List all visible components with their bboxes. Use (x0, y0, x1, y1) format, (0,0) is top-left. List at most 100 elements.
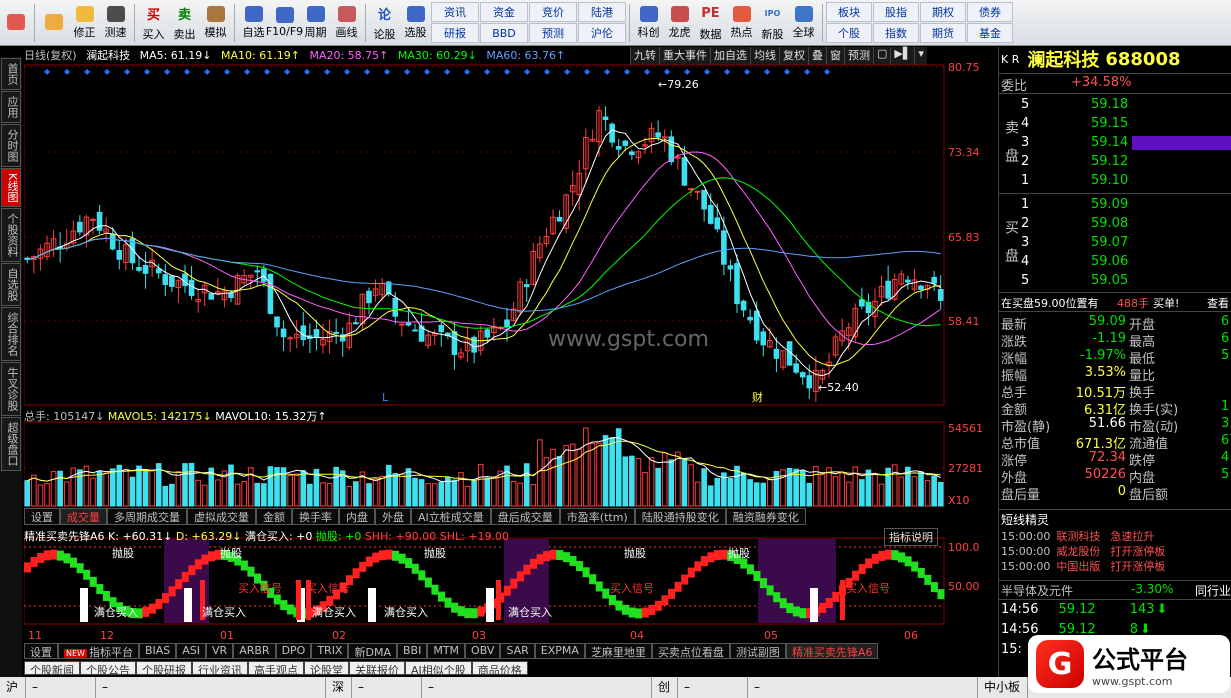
indicator-tab-9[interactable]: BBI (396, 643, 428, 659)
toolbar-button-up-down[interactable]: 修正 (69, 1, 100, 45)
bid-row[interactable]: 5 59.05 (999, 272, 1231, 290)
market-grid-item[interactable]: 期权 (920, 2, 966, 22)
indicator-tab-7[interactable]: TRIX (311, 643, 349, 659)
info-grid-item[interactable]: 竞价 (529, 2, 577, 22)
volume-tab-3[interactable]: 虚拟成交量 (187, 508, 256, 525)
info-grid-item[interactable]: 陆港 (578, 2, 626, 22)
toolbar-button-dragon[interactable]: 龙虎 (664, 1, 695, 45)
kline-chart[interactable]: 80.75 73.34 65.83 58.41 ←79.26 ←52.40 L 财 ◆ ◆ ◆ ◆ ◆ ◆… (24, 60, 998, 656)
left-tab-2[interactable]: 分时图 (1, 124, 21, 167)
indicator-tab-13[interactable]: EXPMA (534, 643, 585, 659)
news-row[interactable]: 15:00:00 中国出版 打开涨停板 (999, 559, 1231, 574)
left-tab-6[interactable]: 综合排名 (1, 307, 21, 362)
left-tab-8[interactable]: 超级盘口 (1, 417, 21, 472)
info-grid-item[interactable]: BBD (480, 23, 528, 43)
toolbar-button-ipo[interactable]: IPO 新股 (757, 1, 788, 45)
toolbar-button-hot[interactable]: 热点 (726, 1, 757, 45)
left-tab-1[interactable]: 应用 (1, 91, 21, 123)
indicator-tab-8[interactable]: 新DMA (348, 643, 397, 659)
ask-row[interactable]: 2 59.12 (999, 153, 1231, 171)
info-tab-0[interactable]: 个股新闻 (24, 661, 80, 677)
indicator-tab-17[interactable]: 精准买卖先锋A6 (785, 643, 879, 659)
volume-tab-12[interactable]: 融资融券变化 (725, 508, 806, 525)
bid-row[interactable]: 3 59.07 (999, 234, 1231, 252)
toolbar-button-select-stock[interactable]: 选股 (400, 1, 431, 45)
indicator-tab-2[interactable]: BIAS (138, 643, 177, 659)
market-grid-item[interactable]: 指数 (873, 23, 919, 43)
info-tab-7[interactable]: AI相似个股 (405, 661, 472, 677)
market-grid-item[interactable]: 股指 (873, 2, 919, 22)
bid-row[interactable]: 4 59.06 (999, 253, 1231, 271)
info-tab-3[interactable]: 行业资讯 (192, 661, 248, 677)
toolbar-button-clock[interactable]: 测速 (100, 1, 131, 45)
news-row[interactable]: 15:00:00 威龙股份 打开涨停板 (999, 544, 1231, 559)
info-tab-2[interactable]: 个股研报 (136, 661, 192, 677)
ask-row[interactable]: 1 59.10 (999, 172, 1231, 190)
indicator-tab-10[interactable]: MTM (427, 643, 466, 659)
info-grid-item[interactable]: 沪伦 (578, 23, 626, 43)
indicator-explain-button[interactable]: 指标说明 (884, 528, 938, 546)
toolbar-button-back-arrow[interactable] (38, 1, 69, 45)
left-tab-3[interactable]: K线图 (1, 168, 21, 208)
indicator-tab-4[interactable]: VR (206, 643, 234, 659)
volume-tab-0[interactable]: 设置 (24, 508, 60, 525)
left-tab-4[interactable]: 个股资料 (1, 208, 21, 263)
ask-row[interactable]: 3 59.14 (999, 134, 1231, 152)
volume-tab-10[interactable]: 市盈率(ttm) (559, 508, 635, 525)
market-grid-item[interactable]: 期货 (920, 23, 966, 43)
market-grid-item[interactable]: 个股 (826, 23, 872, 43)
news-row[interactable]: 15:00:00 联测科技 急速拉升 (999, 529, 1231, 544)
toolbar-button-sell[interactable]: 卖卖出 (169, 1, 200, 45)
indicator-tab-11[interactable]: OBV (465, 643, 501, 659)
volume-tab-9[interactable]: 盘后成交量 (490, 508, 560, 525)
info-tab-5[interactable]: 论股堂 (304, 661, 349, 677)
volume-tab-1[interactable]: 成交量 (60, 508, 107, 525)
indicator-tab-14[interactable]: 芝麻里地里 (584, 643, 652, 659)
toolbar-button-chart[interactable]: 科创 (633, 1, 664, 45)
news-title[interactable]: 短线精灵 (999, 510, 1231, 529)
indicator-tab-16[interactable]: 测试副图 (729, 643, 786, 659)
volume-tab-8[interactable]: AI立桩成交量 (411, 508, 491, 525)
info-grid-item[interactable]: 资金 (480, 2, 528, 22)
toolbar-button-f10[interactable]: F10/F9 (266, 1, 303, 45)
left-tab-7[interactable]: 牛叉诊股 (1, 362, 21, 417)
ask-row[interactable]: 5 59.18 (999, 96, 1231, 114)
info-grid-item[interactable]: 资讯 (431, 2, 479, 22)
toolbar-button-hammer[interactable]: 模拟 (200, 1, 231, 45)
volume-tab-4[interactable]: 金额 (256, 508, 292, 525)
info-tab-4[interactable]: 高手观点 (248, 661, 304, 677)
volume-tab-2[interactable]: 多周期成交量 (107, 508, 187, 525)
indicator-tab-12[interactable]: SAR (500, 643, 535, 659)
info-grid-item[interactable]: 研报 (431, 23, 479, 43)
toolbar-button-buy[interactable]: 买买入 (138, 1, 169, 45)
info-tab-8[interactable]: 商品价格 (471, 661, 528, 677)
ask-row[interactable]: 4 59.15 (999, 115, 1231, 133)
toolbar-button-cycle[interactable]: 周期 (300, 1, 331, 45)
info-grid-item[interactable]: 预测 (529, 23, 577, 43)
left-tab-0[interactable]: 首页 (1, 58, 21, 90)
info-tab-1[interactable]: 个股公告 (80, 661, 136, 677)
sector-name[interactable]: 半导体及元件 (1001, 582, 1073, 599)
market-grid-item[interactable]: 债券 (967, 2, 1013, 22)
toolbar-button-pencil[interactable]: 画线 (331, 1, 362, 45)
indicator-tab-15[interactable]: 买卖点位看盘 (651, 643, 730, 659)
market-grid-item[interactable]: 基金 (967, 23, 1013, 43)
toolbar-button-windows-logo[interactable] (0, 1, 31, 45)
toolbar-button-pe[interactable]: PE 数据 (695, 1, 726, 45)
left-tab-5[interactable]: 自选股 (1, 263, 21, 307)
info-tab-6[interactable]: 关联报价 (349, 661, 405, 677)
indicator-tab-6[interactable]: DPO (275, 643, 312, 659)
bid-row[interactable]: 2 59.08 (999, 215, 1231, 233)
volume-tab-7[interactable]: 外盘 (375, 508, 411, 525)
volume-tab-11[interactable]: 陆股通持股变化 (634, 508, 726, 525)
indicator-tab-3[interactable]: ASI (176, 643, 207, 659)
volume-tab-6[interactable]: 内盘 (339, 508, 375, 525)
toolbar-button-globe[interactable]: 全球 (788, 1, 819, 45)
indicator-tab-0[interactable]: 设置 (24, 643, 58, 659)
volume-tab-5[interactable]: 换手率 (292, 508, 339, 525)
indicator-tab-5[interactable]: ARBR (233, 643, 276, 659)
toolbar-button-discuss[interactable]: 论论股 (369, 1, 400, 45)
bid-row[interactable]: 1 59.09 (999, 196, 1231, 214)
sector-peer-button[interactable]: 同行业 (1195, 582, 1231, 599)
indicator-tab-1[interactable]: NEW 指标平台 (58, 643, 139, 659)
